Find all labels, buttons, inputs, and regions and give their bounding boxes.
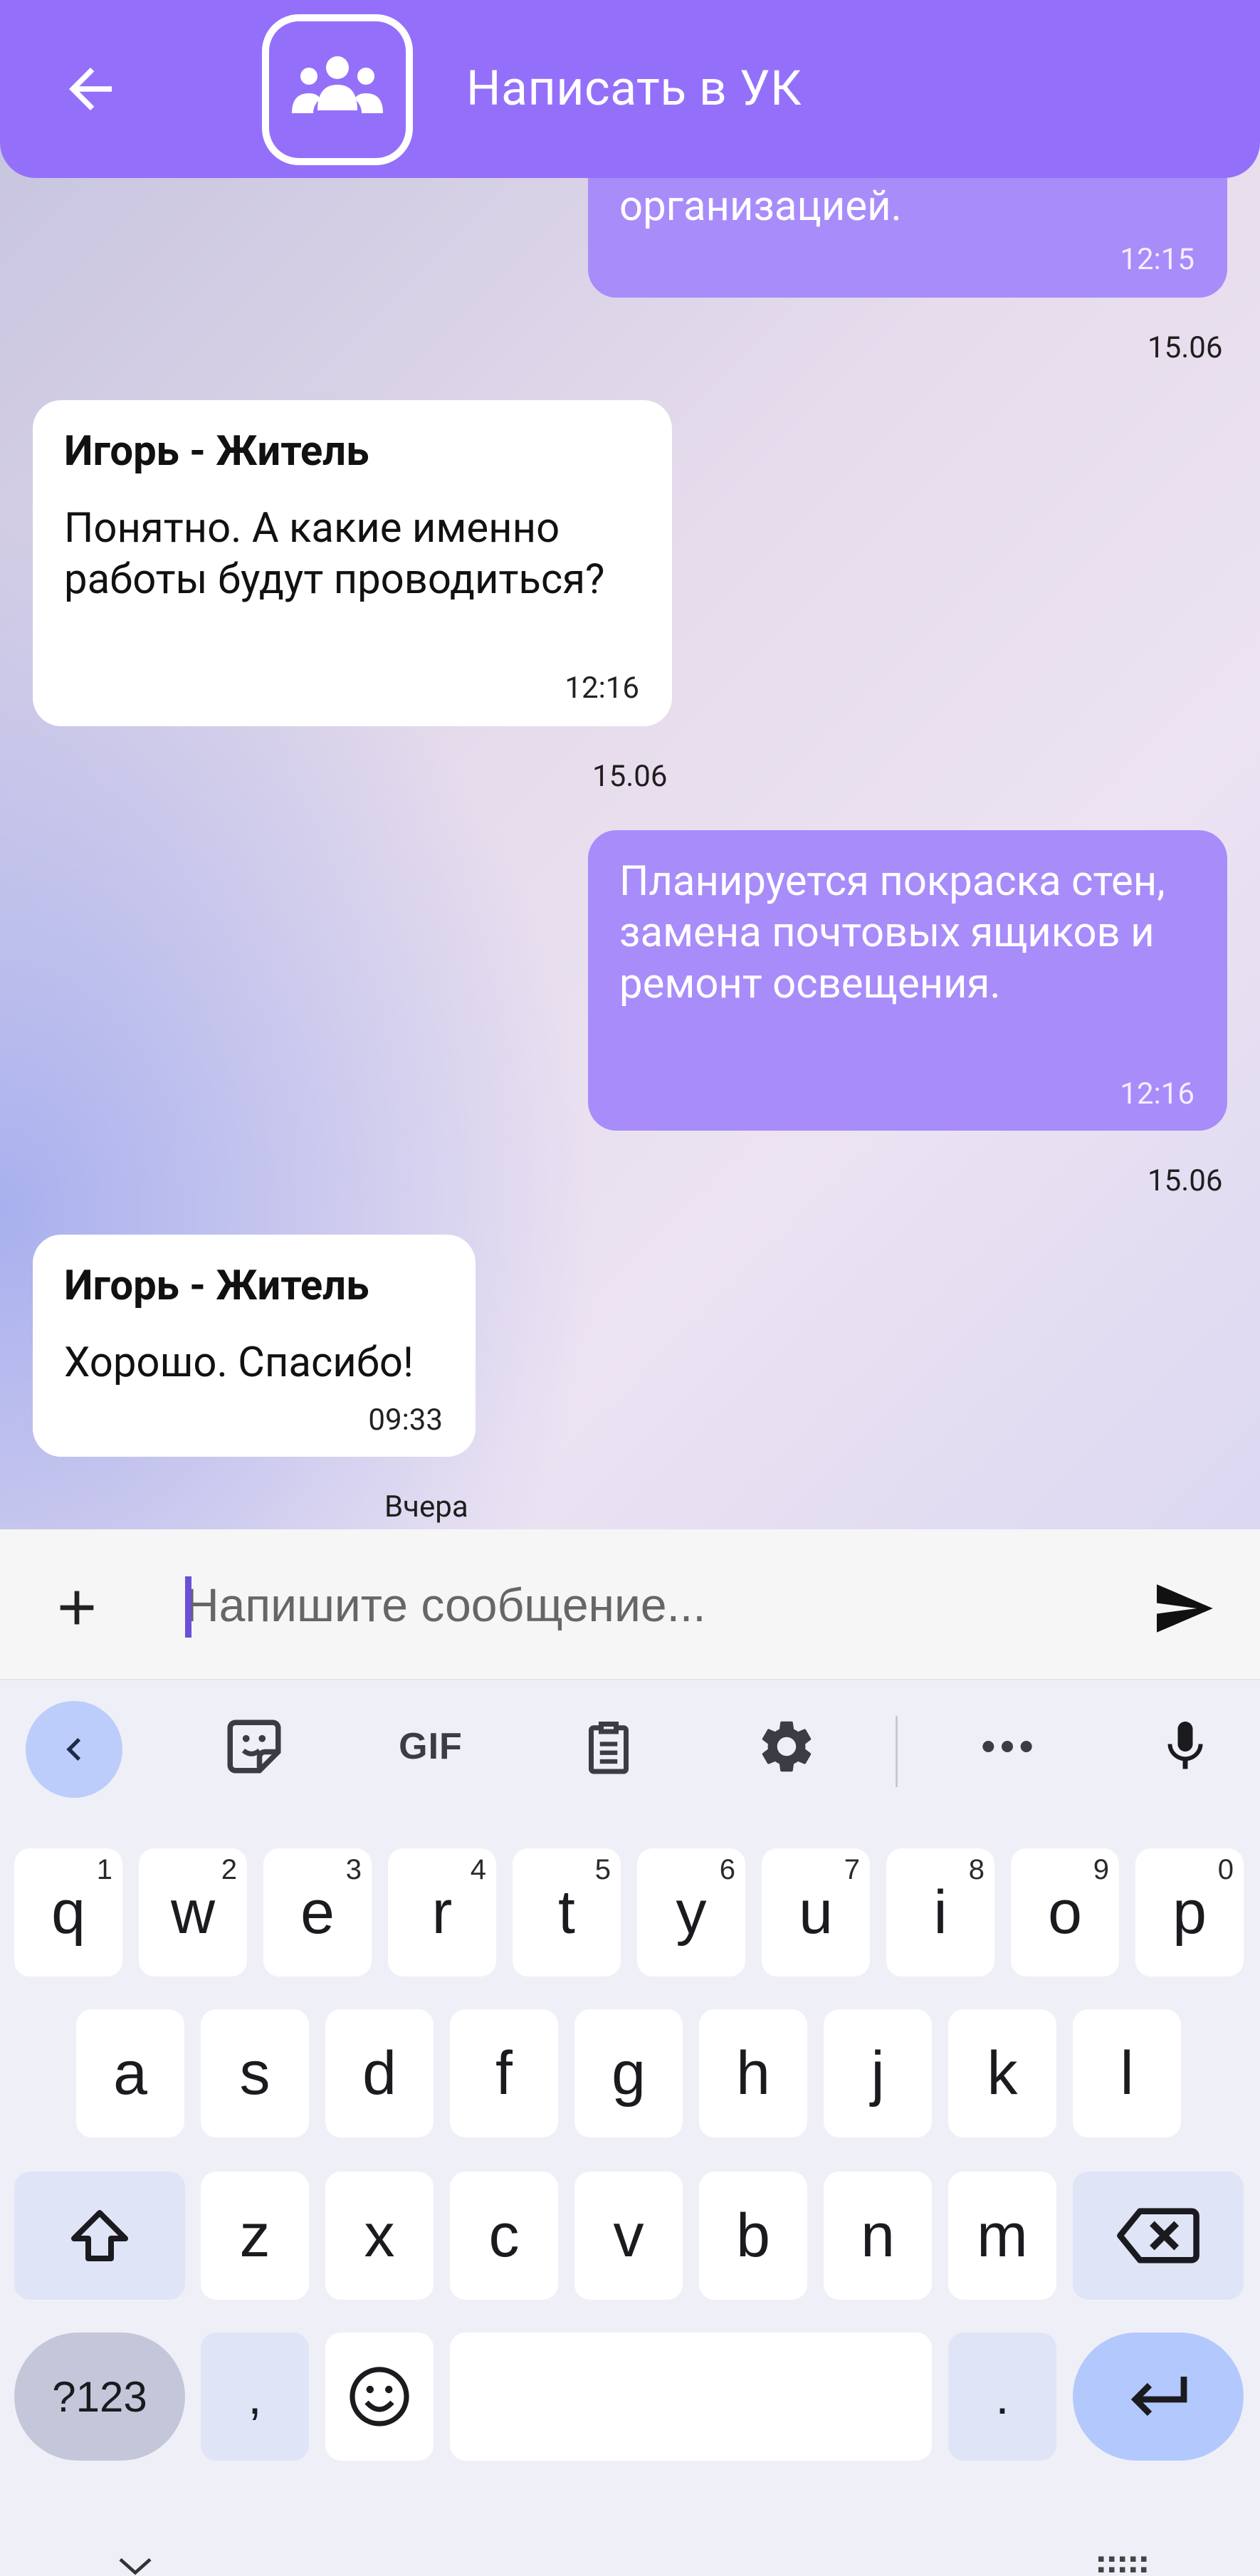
gear-icon[interactable] [747,1707,826,1786]
key-s[interactable]: s [201,2009,309,2137]
text-caret [185,1576,191,1638]
key-a[interactable]: a [76,2009,184,2137]
message-time: 12:15 [1120,242,1195,277]
app-header: Написать в УК [0,0,1260,178]
key-y[interactable]: y6 [637,1848,745,1976]
shift-icon [71,2210,128,2261]
key-k[interactable]: k [948,2009,1056,2137]
keyboard-switch-icon[interactable] [1096,2555,1150,2576]
emoji-icon [350,2367,409,2426]
chat-area[interactable]: организацией. 12:15 15.06 Игорь - Житель… [0,0,1260,1529]
message-time: 09:33 [368,1403,443,1438]
key-g[interactable]: g [574,2009,683,2137]
comma-key[interactable]: , [201,2332,309,2461]
avatar[interactable] [262,14,413,165]
more-icon[interactable] [968,1707,1046,1786]
message-date: 15.06 [592,759,668,794]
clipboard-icon[interactable] [569,1707,648,1786]
key-q[interactable]: q1 [14,1848,122,1976]
shift-key[interactable] [14,2172,185,2300]
key-x[interactable]: x [325,2172,434,2300]
gif-label: GIF [399,1726,463,1767]
message-text: организацией. [619,182,902,231]
key-p[interactable]: p0 [1135,1848,1244,1976]
message-input[interactable] [184,1565,1098,1645]
gif-button[interactable]: GIF [384,1707,477,1786]
chevron-down-icon[interactable] [114,2556,157,2576]
message-bubble-outgoing[interactable]: Планируется покраска стен, замена почтов… [588,830,1227,1131]
page-title: Написать в УК [466,60,802,117]
message-text: Понятно. А какие именно работы будут про… [64,504,605,604]
key-t[interactable]: t5 [513,1848,621,1976]
message-bubble-incoming[interactable]: Игорь - Житель Понятно. А какие именно р… [33,400,672,726]
send-icon[interactable] [1146,1576,1221,1640]
emoji-key[interactable] [325,2332,434,2461]
key-m[interactable]: m [948,2172,1056,2300]
message-author: Игорь - Житель [64,1262,369,1310]
message-bubble-incoming[interactable]: Игорь - Житель Хорошо. Спасибо! 09:33 [33,1235,476,1457]
enter-icon [1130,2377,1187,2417]
message-text: Планируется покраска стен, замена почтов… [619,857,1165,1008]
sticker-icon[interactable] [215,1707,293,1786]
key-c[interactable]: c [450,2172,558,2300]
message-date: 15.06 [1148,330,1223,365]
chevron-left-icon[interactable] [26,1701,122,1798]
key-j[interactable]: j [824,2009,932,2137]
on-screen-keyboard: GIF q1 w2 e3 r4 t5 y6 u7 i8 o9 p0 a s d … [0,1680,1260,2576]
symbols-key[interactable]: ?123 [14,2332,185,2461]
message-date: 15.06 [1148,1163,1223,1198]
key-w[interactable]: w2 [139,1848,247,1976]
key-d[interactable]: d [325,2009,434,2137]
key-v[interactable]: v [574,2172,683,2300]
key-e[interactable]: e3 [263,1848,372,1976]
message-composer [0,1529,1260,1680]
key-u[interactable]: u7 [762,1848,870,1976]
message-time: 12:16 [1120,1077,1195,1111]
space-key[interactable] [450,2332,932,2461]
key-n[interactable]: n [824,2172,932,2300]
message-author: Игорь - Житель [64,427,369,476]
mic-icon[interactable] [1146,1707,1224,1786]
key-i[interactable]: i8 [886,1848,994,1976]
key-l[interactable]: l [1073,2009,1181,2137]
key-f[interactable]: f [450,2009,558,2137]
group-icon [292,56,383,113]
key-h[interactable]: h [699,2009,807,2137]
key-r[interactable]: r4 [388,1848,496,1976]
key-z[interactable]: z [201,2172,309,2300]
key-o[interactable]: o9 [1011,1848,1119,1976]
arrow-left-icon[interactable] [58,57,122,121]
backspace-icon [1117,2208,1199,2263]
key-b[interactable]: b [699,2172,807,2300]
toolbar-divider [896,1716,898,1787]
period-key[interactable]: . [948,2332,1056,2461]
message-date: Вчера [384,1489,468,1524]
plus-icon[interactable] [48,1579,105,1636]
message-time: 12:16 [565,671,639,706]
message-text: Хорошо. Спасибо! [64,1339,414,1387]
backspace-key[interactable] [1073,2172,1244,2300]
enter-key[interactable] [1073,2332,1244,2461]
